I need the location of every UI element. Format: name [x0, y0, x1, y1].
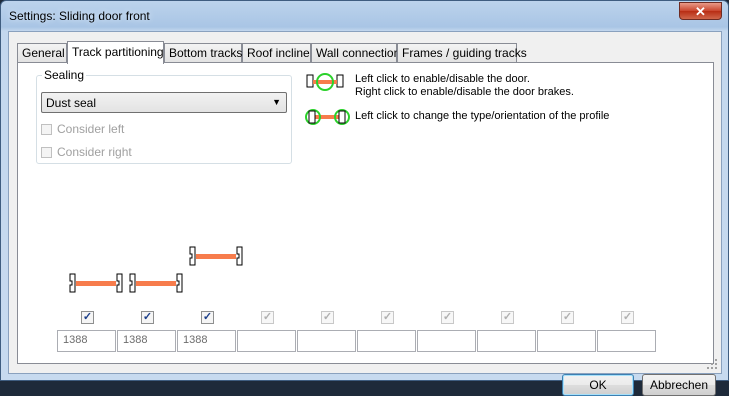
sealing-select-value: Dust seal — [46, 96, 97, 110]
consider-right-label: Consider right — [57, 145, 132, 159]
chevron-down-icon: ▼ — [272, 97, 281, 107]
close-button[interactable]: ✕ — [679, 2, 722, 20]
consider-left-checkbox[interactable]: Consider left — [41, 122, 124, 136]
profile-orientation-legend-icon — [305, 109, 350, 125]
consider-left-label: Consider left — [57, 122, 125, 136]
track-4-width-field[interactable] — [237, 330, 296, 352]
track-1-checkbox[interactable]: ✓ — [81, 311, 94, 324]
track-8-checkbox[interactable]: ✓ — [501, 311, 514, 324]
ok-button[interactable]: OK — [562, 374, 634, 396]
checkbox-box — [41, 123, 52, 135]
track-7-width-field[interactable] — [417, 330, 476, 352]
tab-roof-incline[interactable]: Roof incline — [242, 43, 311, 62]
track-2-checkbox[interactable]: ✓ — [141, 311, 154, 324]
hint-enable-door: Left click to enable/disable the door. — [355, 73, 530, 85]
sealing-label: Sealing — [42, 68, 87, 82]
title-bar[interactable]: Settings: Sliding door front ✕ — [1, 1, 728, 31]
sealing-select[interactable]: Dust seal ▼ — [41, 92, 287, 113]
track-3-width-field[interactable]: 1388 — [177, 330, 236, 352]
sealing-group: Sealing Dust seal ▼ Consider left Consid… — [36, 68, 292, 164]
door-panel-1[interactable] — [68, 272, 124, 294]
track-10-width-field[interactable] — [597, 330, 656, 352]
track-5-width-field[interactable] — [297, 330, 356, 352]
track-5-checkbox[interactable]: ✓ — [321, 311, 334, 324]
track-6-width-field[interactable] — [357, 330, 416, 352]
door-toggle-legend-icon — [306, 73, 344, 91]
door-panel-2[interactable] — [128, 272, 184, 294]
door-panel-3[interactable] — [188, 245, 244, 267]
tab-wall-connection[interactable]: Wall connection — [311, 43, 400, 62]
track-1-width-field[interactable]: 1388 — [57, 330, 116, 352]
dialog-client-area: General Track partitioning Bottom tracks… — [8, 31, 722, 396]
checkbox-box — [41, 146, 52, 158]
track-9-width-field[interactable] — [537, 330, 596, 352]
settings-window: Settings: Sliding door front ✕ General T… — [0, 0, 729, 396]
track-2-width-field[interactable]: 1388 — [117, 330, 176, 352]
tab-track-partitioning[interactable]: Track partitioning — [67, 41, 164, 64]
track-9-checkbox[interactable]: ✓ — [561, 311, 574, 324]
track-4-checkbox[interactable]: ✓ — [261, 311, 274, 324]
window-title: Settings: Sliding door front — [9, 9, 150, 23]
track-10-checkbox[interactable]: ✓ — [621, 311, 634, 324]
track-7-checkbox[interactable]: ✓ — [441, 311, 454, 324]
track-8-width-field[interactable] — [477, 330, 536, 352]
track-3-checkbox[interactable]: ✓ — [201, 311, 214, 324]
tab-general[interactable]: General — [17, 43, 67, 62]
cancel-button[interactable]: Abbrechen — [642, 374, 716, 396]
resize-grip-icon[interactable] — [707, 359, 717, 369]
hint-change-profile: Left click to change the type/orientatio… — [355, 110, 610, 122]
track-partitioning-panel: Sealing Dust seal ▼ Consider left Consid… — [17, 62, 714, 364]
hint-door-brakes: Right click to enable/disable the door b… — [355, 86, 574, 98]
tab-bottom-tracks[interactable]: Bottom tracks — [164, 43, 242, 62]
tab-frames-guiding-tracks[interactable]: Frames / guiding tracks — [397, 43, 527, 62]
consider-right-checkbox[interactable]: Consider right — [41, 145, 132, 159]
track-6-checkbox[interactable]: ✓ — [381, 311, 394, 324]
